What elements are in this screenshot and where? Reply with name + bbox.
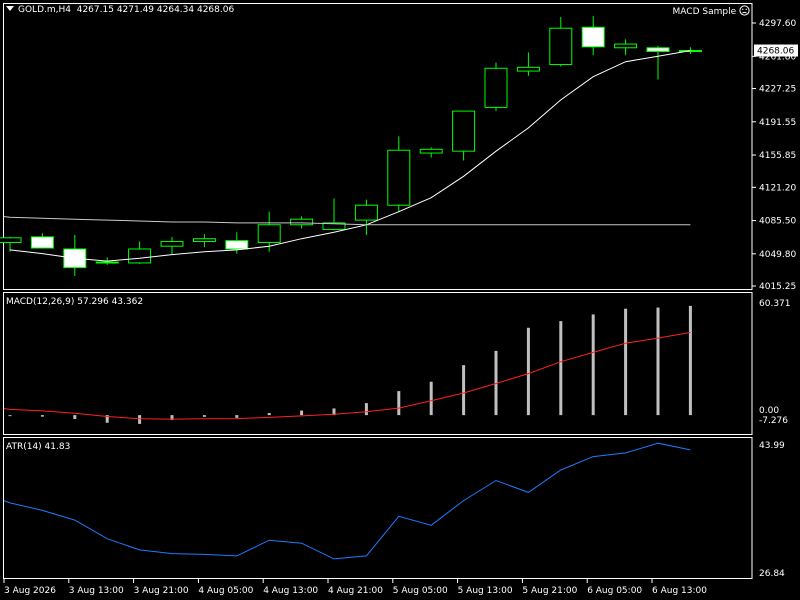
time-axis: 3 Aug 2026 3 Aug 13:00 3 Aug 21:00 4 Aug 05… bbox=[3, 579, 707, 596]
time-tick-label: 4 Aug 21:00 bbox=[328, 586, 383, 596]
macd-histogram-bar bbox=[397, 391, 401, 416]
time-tick-label: 3 Aug 2026 bbox=[4, 586, 56, 596]
macd-histogram-bar bbox=[73, 415, 77, 419]
atr-line bbox=[3, 442, 691, 560]
candle-body bbox=[516, 66, 540, 72]
macd-histogram-bar bbox=[656, 307, 660, 416]
slow-ma-line bbox=[3, 216, 691, 226]
candle-body bbox=[225, 240, 249, 250]
time-tick-label: 3 Aug 13:00 bbox=[69, 586, 124, 596]
macd-histogram-bar bbox=[235, 415, 239, 418]
macd-histogram-bar bbox=[138, 415, 142, 424]
macd-histogram-bar bbox=[688, 305, 692, 416]
candle-body bbox=[452, 110, 476, 152]
macd-label: MACD(12,26,9) 57.296 43.362 bbox=[6, 297, 144, 307]
candle-body bbox=[484, 67, 508, 108]
macd-histogram-bar bbox=[429, 381, 433, 416]
atr-indicator bbox=[3, 442, 691, 560]
macd-histogram-bar bbox=[267, 413, 271, 416]
main-panel-frame bbox=[3, 3, 753, 290]
price-axes: 4297.604261.804227.254191.554155.854121.… bbox=[752, 19, 798, 579]
expert-advisor-label[interactable]: MACD Sample bbox=[673, 5, 750, 17]
dropdown-triangle-icon[interactable] bbox=[6, 6, 14, 11]
macd-histogram-bar bbox=[8, 415, 12, 417]
price-tick-label: 4191.55 bbox=[759, 118, 796, 128]
atr-tick-label: 26.84 bbox=[759, 569, 785, 579]
candle-body bbox=[95, 261, 119, 264]
macd-histogram-bar bbox=[624, 308, 628, 416]
macd-tick-label: 0.00 bbox=[759, 406, 779, 416]
macd-histogram-bar bbox=[462, 365, 466, 416]
atr-label: ATR(14) 41.83 bbox=[6, 442, 71, 452]
price-tick-label: 4155.85 bbox=[759, 151, 796, 161]
macd-panel-frame bbox=[3, 292, 753, 435]
time-tick-label: 5 Aug 05:00 bbox=[393, 586, 448, 596]
macd-histogram-bar bbox=[364, 403, 368, 416]
candle-body bbox=[354, 204, 378, 221]
time-tick-label: 3 Aug 21:00 bbox=[134, 586, 189, 596]
panel-frames bbox=[3, 3, 753, 579]
macd-histogram-bar bbox=[559, 321, 563, 416]
candle-body bbox=[614, 43, 638, 49]
time-tick-label: 5 Aug 21:00 bbox=[522, 586, 577, 596]
macd-histogram-bar bbox=[300, 410, 304, 416]
candle-body bbox=[419, 148, 443, 154]
macd-indicator bbox=[3, 305, 692, 424]
time-tick-label: 4 Aug 05:00 bbox=[198, 586, 253, 596]
time-tick-label: 5 Aug 13:00 bbox=[458, 586, 513, 596]
macd-histogram-bar bbox=[591, 314, 595, 416]
candle-body bbox=[549, 27, 573, 66]
moving-average-lines bbox=[3, 50, 691, 262]
candle-body bbox=[160, 241, 184, 247]
fast-ma-line bbox=[9, 50, 691, 262]
time-tick-label: 4 Aug 13:00 bbox=[263, 586, 318, 596]
price-tick-label: 4227.25 bbox=[759, 85, 796, 95]
symbol-label: GOLD.m,H4 bbox=[18, 5, 71, 15]
atr-tick-label: 43.99 bbox=[759, 441, 785, 451]
candle-body bbox=[581, 26, 605, 48]
candle-body bbox=[257, 224, 281, 243]
price-tick-label: 4015.25 bbox=[759, 282, 796, 292]
chart-header[interactable]: GOLD.m,H4 4267.15 4271.49 4264.34 4268.0… bbox=[6, 5, 234, 15]
current-price-label: 4268.06 bbox=[757, 47, 794, 57]
atr-panel-frame bbox=[3, 437, 753, 579]
price-tick-label: 4049.80 bbox=[759, 250, 796, 260]
macd-histogram-bar bbox=[202, 415, 206, 417]
macd-tick-label: 60.371 bbox=[759, 299, 791, 309]
price-tick-label: 4121.20 bbox=[759, 183, 796, 193]
macd-histogram-bar bbox=[40, 415, 44, 417]
expert-name: MACD Sample bbox=[672, 7, 737, 17]
price-tick-label: 4085.50 bbox=[759, 217, 796, 227]
time-tick-label: 6 Aug 05:00 bbox=[587, 586, 642, 596]
macd-tick-label: -7.276 bbox=[759, 416, 788, 426]
candle-body bbox=[30, 236, 54, 249]
frown-face-icon bbox=[739, 5, 750, 16]
candle-body bbox=[0, 237, 22, 243]
macd-histogram-bar bbox=[526, 327, 530, 416]
candle-body bbox=[646, 47, 670, 53]
ohlc-readout: 4267.15 4271.49 4264.34 4268.06 bbox=[76, 5, 235, 15]
candle-body bbox=[128, 248, 152, 264]
candlestick-series bbox=[0, 16, 702, 276]
macd-signal-line bbox=[3, 331, 691, 420]
price-tick-label: 4297.60 bbox=[759, 19, 796, 29]
candle-body bbox=[387, 149, 411, 206]
candle-body bbox=[192, 238, 216, 243]
candle-body bbox=[290, 218, 314, 226]
time-tick-label: 6 Aug 13:00 bbox=[652, 586, 707, 596]
